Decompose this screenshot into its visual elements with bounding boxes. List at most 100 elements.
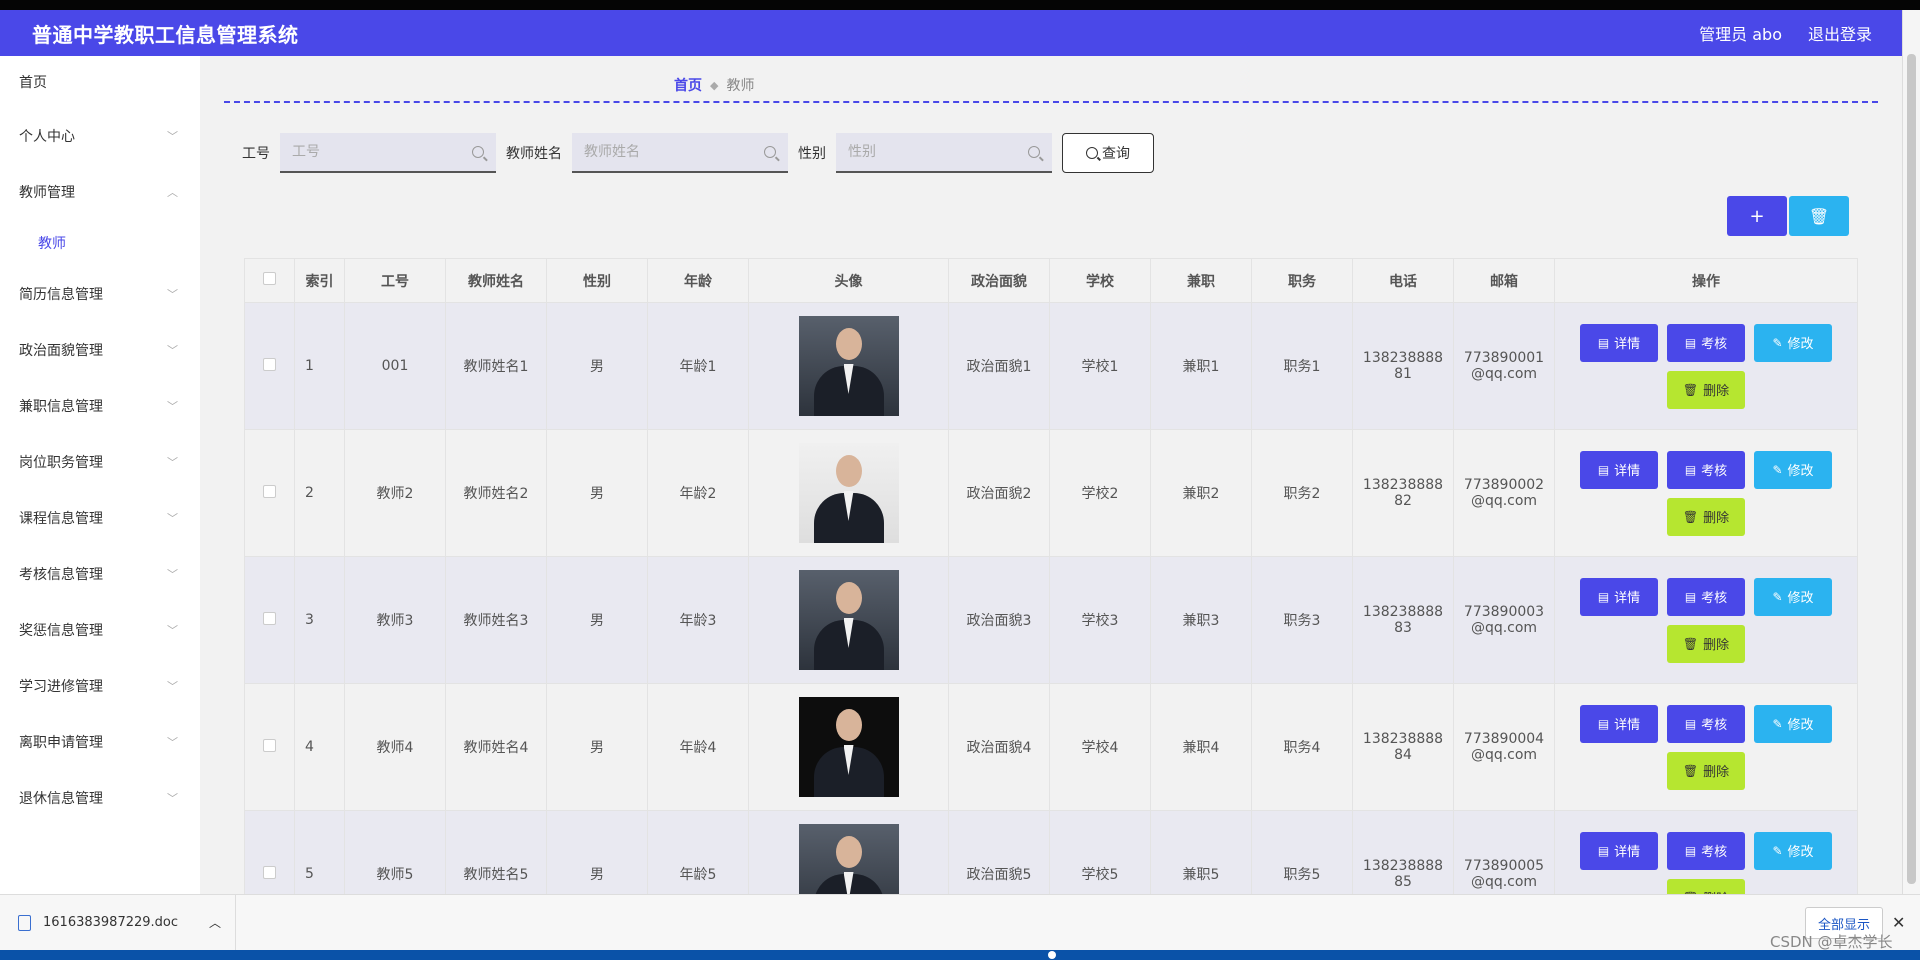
avatar[interactable] <box>798 697 899 797</box>
document-icon: ▤ <box>1597 843 1610 858</box>
document-icon: ▤ <box>1597 716 1610 731</box>
cell-phone: 138238888 81 <box>1352 302 1454 430</box>
chevron-up-icon[interactable]: ︿ <box>209 914 221 931</box>
cell-name: 教师姓名3 <box>445 556 547 684</box>
header-school: 学校 <box>1049 258 1151 303</box>
edit-button[interactable]: ✎ 修改 <box>1754 323 1832 362</box>
delete-button[interactable]: 🗑删除 <box>1667 878 1745 894</box>
breadcrumb-home[interactable]: 首页 <box>674 75 702 95</box>
row-checkbox[interactable] <box>263 484 276 498</box>
download-item[interactable]: 1616383987229.doc ︿ <box>0 894 236 951</box>
avatar[interactable] <box>798 824 899 894</box>
header-position: 职务 <box>1251 258 1353 303</box>
breadcrumb-current: 教师 <box>726 78 755 94</box>
cell-position: 职务4 <box>1251 683 1353 811</box>
delete-button[interactable]: 🗑删除 <box>1667 370 1745 409</box>
logout-link[interactable]: 退出登录 <box>1808 21 1872 45</box>
batch-delete-button[interactable]: 🗑 <box>1789 196 1849 236</box>
chevron-down-icon: ﹀ <box>167 792 178 805</box>
table-row: 4 教师4 教师姓名4 男 年龄4 政治面貌4 学校4 兼职4 职务4 1382… <box>244 683 1858 811</box>
cell-school: 学校1 <box>1049 302 1151 430</box>
search-field-name[interactable] <box>572 133 788 173</box>
edit-button[interactable]: ✎ 修改 <box>1754 704 1832 743</box>
sidebar-item-reward[interactable]: 奖惩信息管理 ﹀ <box>0 602 200 658</box>
close-icon[interactable]: ✕ <box>1892 913 1905 932</box>
detail-button[interactable]: ▤ 详情 <box>1580 577 1658 616</box>
review-button[interactable]: ▤ 考核 <box>1667 831 1745 870</box>
add-button[interactable]: + <box>1727 196 1787 236</box>
review-button[interactable]: ▤ 考核 <box>1667 704 1745 743</box>
edit-button[interactable]: ✎ 修改 <box>1754 577 1832 616</box>
delete-button[interactable]: 🗑删除 <box>1667 751 1745 790</box>
row-checkbox[interactable] <box>263 611 276 625</box>
table-row: 1 001 教师姓名1 男 年龄1 政治面貌1 学校1 兼职1 职务1 1382… <box>244 302 1858 430</box>
delete-button[interactable]: 🗑删除 <box>1667 624 1745 663</box>
review-button[interactable]: ▤ 考核 <box>1667 323 1745 362</box>
query-button[interactable]: 查询 <box>1062 133 1154 173</box>
sidebar-item-resignation[interactable]: 离职申请管理 ﹀ <box>0 714 200 770</box>
header-phone: 电话 <box>1352 258 1454 303</box>
avatar[interactable] <box>798 443 899 543</box>
sidebar-item-retirement[interactable]: 退休信息管理 ﹀ <box>0 770 200 826</box>
detail-button[interactable]: ▤ 详情 <box>1580 323 1658 362</box>
header-select-all[interactable] <box>244 258 295 303</box>
search-field-id[interactable] <box>280 133 496 173</box>
sidebar-subitem-teacher[interactable]: 教师 <box>0 220 200 266</box>
sidebar-item-assessment[interactable]: 考核信息管理 ﹀ <box>0 546 200 602</box>
search-label-name: 教师姓名 <box>506 146 562 162</box>
row-checkbox[interactable] <box>263 865 276 879</box>
search-input-id[interactable] <box>292 144 452 160</box>
avatar[interactable] <box>798 570 899 670</box>
delete-button[interactable]: 🗑删除 <box>1667 497 1745 536</box>
document-icon: ▤ <box>1684 462 1697 477</box>
sidebar-item-resume[interactable]: 简历信息管理 ﹀ <box>0 266 200 322</box>
cell-phone: 138238888 83 <box>1352 556 1454 684</box>
cell-index: 3 <box>294 556 345 684</box>
search-input-name[interactable] <box>584 144 744 160</box>
sidebar-item-study[interactable]: 学习进修管理 ﹀ <box>0 658 200 714</box>
edit-button[interactable]: ✎ 修改 <box>1754 831 1832 870</box>
header-operations: 操作 <box>1554 258 1858 303</box>
avatar[interactable] <box>798 316 899 416</box>
detail-button[interactable]: ▤ 详情 <box>1580 831 1658 870</box>
search-field-gender[interactable] <box>836 133 1052 173</box>
sidebar-item-politics[interactable]: 政治面貌管理 ﹀ <box>0 322 200 378</box>
current-user[interactable]: 管理员 abo <box>1699 21 1782 45</box>
page-scrollbar[interactable] <box>1902 10 1920 894</box>
cell-email: 773890003 @qq.com <box>1453 556 1555 684</box>
edit-button[interactable]: ✎ 修改 <box>1754 450 1832 489</box>
search-label-id: 工号 <box>242 146 270 162</box>
sidebar-item-home[interactable]: 首页 <box>0 56 200 108</box>
chevron-down-icon: ﹀ <box>167 680 178 693</box>
cell-id: 教师2 <box>344 429 446 557</box>
trash-icon: 🗑 <box>1682 382 1699 397</box>
sidebar-item-teacher-management[interactable]: 教师管理 ︿ <box>0 164 200 220</box>
cell-gender: 男 <box>546 810 648 894</box>
sidebar-item-course[interactable]: 课程信息管理 ﹀ <box>0 490 200 546</box>
sidebar-item-position[interactable]: 岗位职务管理 ﹀ <box>0 434 200 490</box>
select-all-checkbox[interactable] <box>263 272 276 285</box>
cell-email: 773890002 @qq.com <box>1453 429 1555 557</box>
chevron-down-icon: ﹀ <box>167 344 178 357</box>
cell-parttime: 兼职5 <box>1150 810 1252 894</box>
sidebar-item-parttime[interactable]: 兼职信息管理 ﹀ <box>0 378 200 434</box>
search-icon <box>472 146 484 158</box>
cell-parttime: 兼职1 <box>1150 302 1252 430</box>
row-checkbox[interactable] <box>263 357 276 371</box>
header-age: 年龄 <box>647 258 749 303</box>
document-icon: ▤ <box>1684 589 1697 604</box>
cell-email: 773890004 @qq.com <box>1453 683 1555 811</box>
detail-button[interactable]: ▤ 详情 <box>1580 450 1658 489</box>
scrollbar-thumb[interactable] <box>1907 54 1916 884</box>
cell-position: 职务1 <box>1251 302 1353 430</box>
review-button[interactable]: ▤ 考核 <box>1667 450 1745 489</box>
sidebar-item-personal-center[interactable]: 个人中心 ﹀ <box>0 108 200 164</box>
detail-button[interactable]: ▤ 详情 <box>1580 704 1658 743</box>
sidebar: 首页 个人中心 ﹀ 教师管理 ︿ 教师 简历信息管理 ﹀ 政治面貌管理 ﹀ 兼职信息管理… <box>0 56 200 894</box>
cell-id: 001 <box>344 302 446 430</box>
cell-parttime: 兼职3 <box>1150 556 1252 684</box>
review-button[interactable]: ▤ 考核 <box>1667 577 1745 616</box>
search-input-gender[interactable] <box>848 144 1008 160</box>
cell-gender: 男 <box>546 302 648 430</box>
row-checkbox[interactable] <box>263 738 276 752</box>
